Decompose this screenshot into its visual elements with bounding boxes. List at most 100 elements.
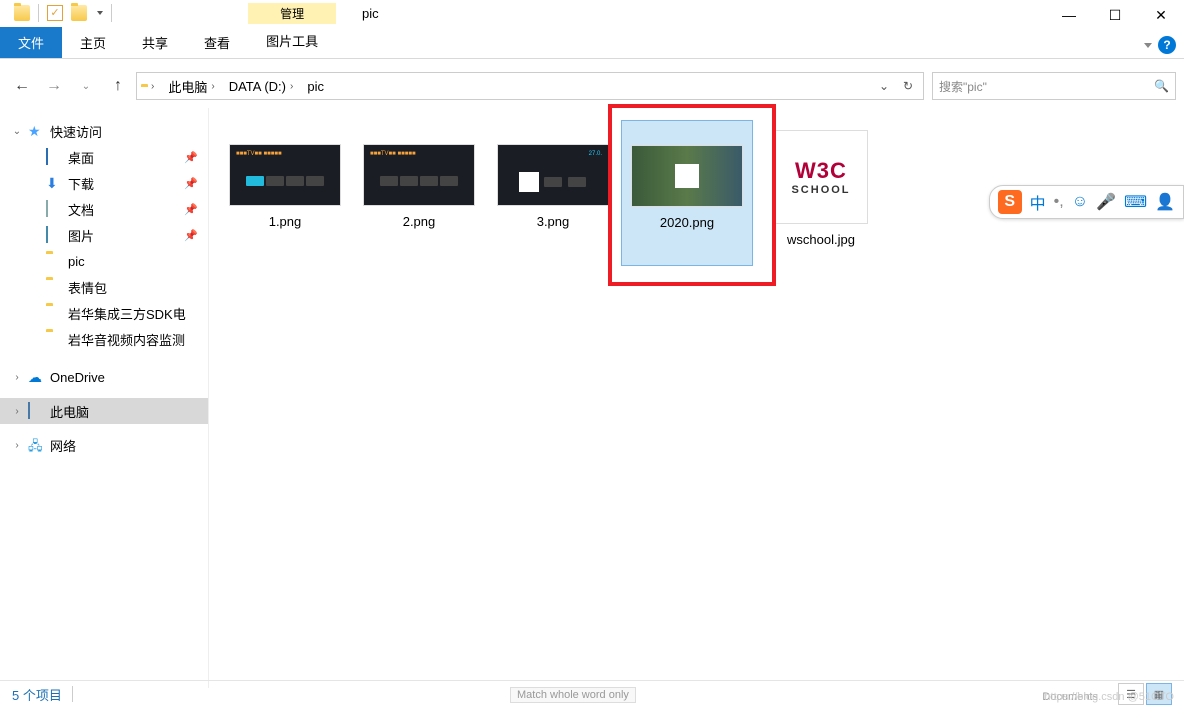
search-input[interactable]: 搜索"pic" 🔍 [932, 72, 1176, 100]
ribbon-help-area: ? [1144, 36, 1176, 54]
desktop-icon [46, 149, 62, 165]
ime-keyboard-icon[interactable]: ⌨ [1124, 192, 1147, 212]
folder-icon [46, 279, 62, 295]
qat-dropdown-icon[interactable] [97, 11, 103, 15]
thumbnail: 27.0. [497, 144, 609, 206]
file-item[interactable]: ■■■TV■■ ■■■■■ 1.png [219, 120, 351, 266]
tree-item-downloads[interactable]: ⬇ 下载 📌 [0, 170, 208, 196]
ime-punct-icon[interactable]: •, [1054, 193, 1064, 211]
address-dropdown-icon[interactable]: ⌄ [873, 75, 895, 97]
tree-label: 表情包 [68, 278, 107, 297]
w3c-logo-text: W3C [795, 158, 847, 184]
folder-icon[interactable] [71, 5, 87, 21]
pin-icon: 📌 [184, 203, 198, 216]
separator [38, 4, 39, 22]
ime-user-icon[interactable]: 👤 [1155, 192, 1175, 212]
file-name: 1.png [269, 214, 302, 229]
breadcrumb-item[interactable]: DATA (D:)› [225, 73, 302, 99]
explorer-window: ✓ pic — ☐ ✕ 文件 主页 共享 查看 管理 图片工具 ? ← [0, 0, 1184, 707]
tree-quick-access[interactable]: ⌄ ★ 快速访问 [0, 118, 208, 144]
tree-network[interactable]: ›🖧网络 [0, 432, 208, 458]
address-bar[interactable]: › 此电脑› DATA (D:)› pic ⌄ ↻ [136, 72, 924, 100]
folder-icon [46, 331, 62, 347]
pin-icon: 📌 [184, 229, 198, 242]
quick-access-toolbar: ✓ [0, 0, 112, 26]
breadcrumb-item[interactable]: 此电脑› [164, 73, 222, 99]
file-name: 3.png [537, 214, 570, 229]
tab-home[interactable]: 主页 [62, 27, 124, 58]
tree-onedrive[interactable]: › ☁ OneDrive [0, 364, 208, 390]
ribbon-collapse-icon[interactable] [1144, 43, 1152, 48]
folder-icon [14, 5, 30, 21]
pin-icon: 📌 [184, 177, 198, 190]
w3c-logo-text: SCHOOL [791, 184, 850, 196]
item-count: 5 个项目 [12, 685, 62, 704]
pc-icon [28, 403, 44, 419]
file-name: 2020.png [660, 215, 714, 230]
tree-label: 下载 [68, 174, 94, 193]
breadcrumb-label: 此电脑 [168, 77, 207, 96]
ime-mic-icon[interactable]: 🎤 [1096, 192, 1116, 212]
folder-icon [46, 253, 62, 269]
tree-item-desktop[interactable]: 桌面📌 [0, 144, 208, 170]
file-item[interactable]: 27.0. 3.png [487, 120, 619, 266]
maximize-button[interactable]: ☐ [1092, 0, 1138, 30]
minimize-button[interactable]: — [1046, 0, 1092, 30]
thumbnail [631, 145, 743, 207]
file-item[interactable]: ■■■TV■■ ■■■■■ 2.png [353, 120, 485, 266]
forward-button[interactable]: → [40, 72, 68, 100]
chevron-down-icon[interactable]: ⌄ [12, 126, 22, 137]
tree-item-folder[interactable]: 岩华集成三方SDK电 [0, 300, 208, 326]
star-icon: ★ [28, 123, 44, 139]
contextual-tab-group: 管理 图片工具 [248, 25, 336, 58]
thumbnail: ■■■TV■■ ■■■■■ [363, 144, 475, 206]
tree-this-pc[interactable]: › 此电脑 [0, 398, 208, 424]
up-button[interactable]: ↑ [104, 72, 132, 100]
properties-check-icon[interactable]: ✓ [47, 5, 63, 21]
help-icon[interactable]: ? [1158, 36, 1176, 54]
tree-label: 文档 [68, 200, 94, 219]
tree-label: 此电脑 [50, 402, 89, 421]
watermark: https://blog.csdn @51CTO [1044, 691, 1174, 703]
tab-share[interactable]: 共享 [124, 27, 186, 58]
breadcrumb-label: DATA (D:) [229, 79, 286, 94]
tree-item-folder[interactable]: pic [0, 248, 208, 274]
navigation-pane: ⌄ ★ 快速访问 桌面📌 ⬇下载📌 文档📌 图片📌 pic 表情包 岩华集成三方… [0, 108, 209, 688]
tree-label: 岩华音视频内容监测 [68, 330, 185, 349]
recent-locations-icon[interactable]: ⌄ [72, 72, 100, 100]
refresh-icon[interactable]: ↻ [897, 75, 919, 97]
contextual-tab-label: 管理 [248, 3, 336, 24]
tree-label: OneDrive [50, 370, 105, 385]
tree-label: 岩华集成三方SDK电 [68, 304, 186, 323]
ime-language[interactable]: 中 [1030, 190, 1046, 214]
navigation-bar: ← → ⌄ ↑ › 此电脑› DATA (D:)› pic ⌄ ↻ 搜索"pic… [0, 64, 1184, 108]
chevron-right-icon[interactable]: › [12, 406, 22, 417]
cloud-icon: ☁ [28, 369, 44, 385]
back-button[interactable]: ← [8, 72, 36, 100]
tree-item-documents[interactable]: 文档 📌 [0, 196, 208, 222]
file-item-selected[interactable]: 2020.png [621, 120, 753, 266]
ime-emoji-icon[interactable]: ☺ [1072, 193, 1088, 211]
file-name: wschool.jpg [787, 232, 855, 247]
tab-view[interactable]: 查看 [186, 27, 248, 58]
separator [72, 686, 73, 702]
tab-file[interactable]: 文件 [0, 27, 62, 58]
window-title: pic [362, 6, 379, 21]
breadcrumb-label: pic [307, 79, 324, 94]
file-item[interactable]: W3CSCHOOL wschool.jpg [755, 120, 887, 266]
ribbon-border [0, 58, 1184, 59]
close-button[interactable]: ✕ [1138, 0, 1184, 30]
separator [111, 4, 112, 22]
tree-item-folder[interactable]: 岩华音视频内容监测 [0, 326, 208, 352]
sogou-icon[interactable]: S [998, 190, 1022, 214]
tab-picture-tools[interactable]: 图片工具 [248, 25, 336, 58]
tree-label: 桌面 [68, 148, 94, 167]
ime-toolbar[interactable]: S 中 •, ☺ 🎤 ⌨ 👤 [989, 185, 1184, 219]
chevron-right-icon[interactable]: › [12, 372, 22, 383]
breadcrumb-item[interactable]: pic [303, 73, 328, 99]
search-icon: 🔍 [1154, 79, 1169, 93]
chevron-right-icon[interactable]: › [12, 440, 22, 451]
download-icon: ⬇ [46, 175, 62, 191]
tree-item-pictures[interactable]: 图片📌 [0, 222, 208, 248]
tree-item-folder[interactable]: 表情包 [0, 274, 208, 300]
